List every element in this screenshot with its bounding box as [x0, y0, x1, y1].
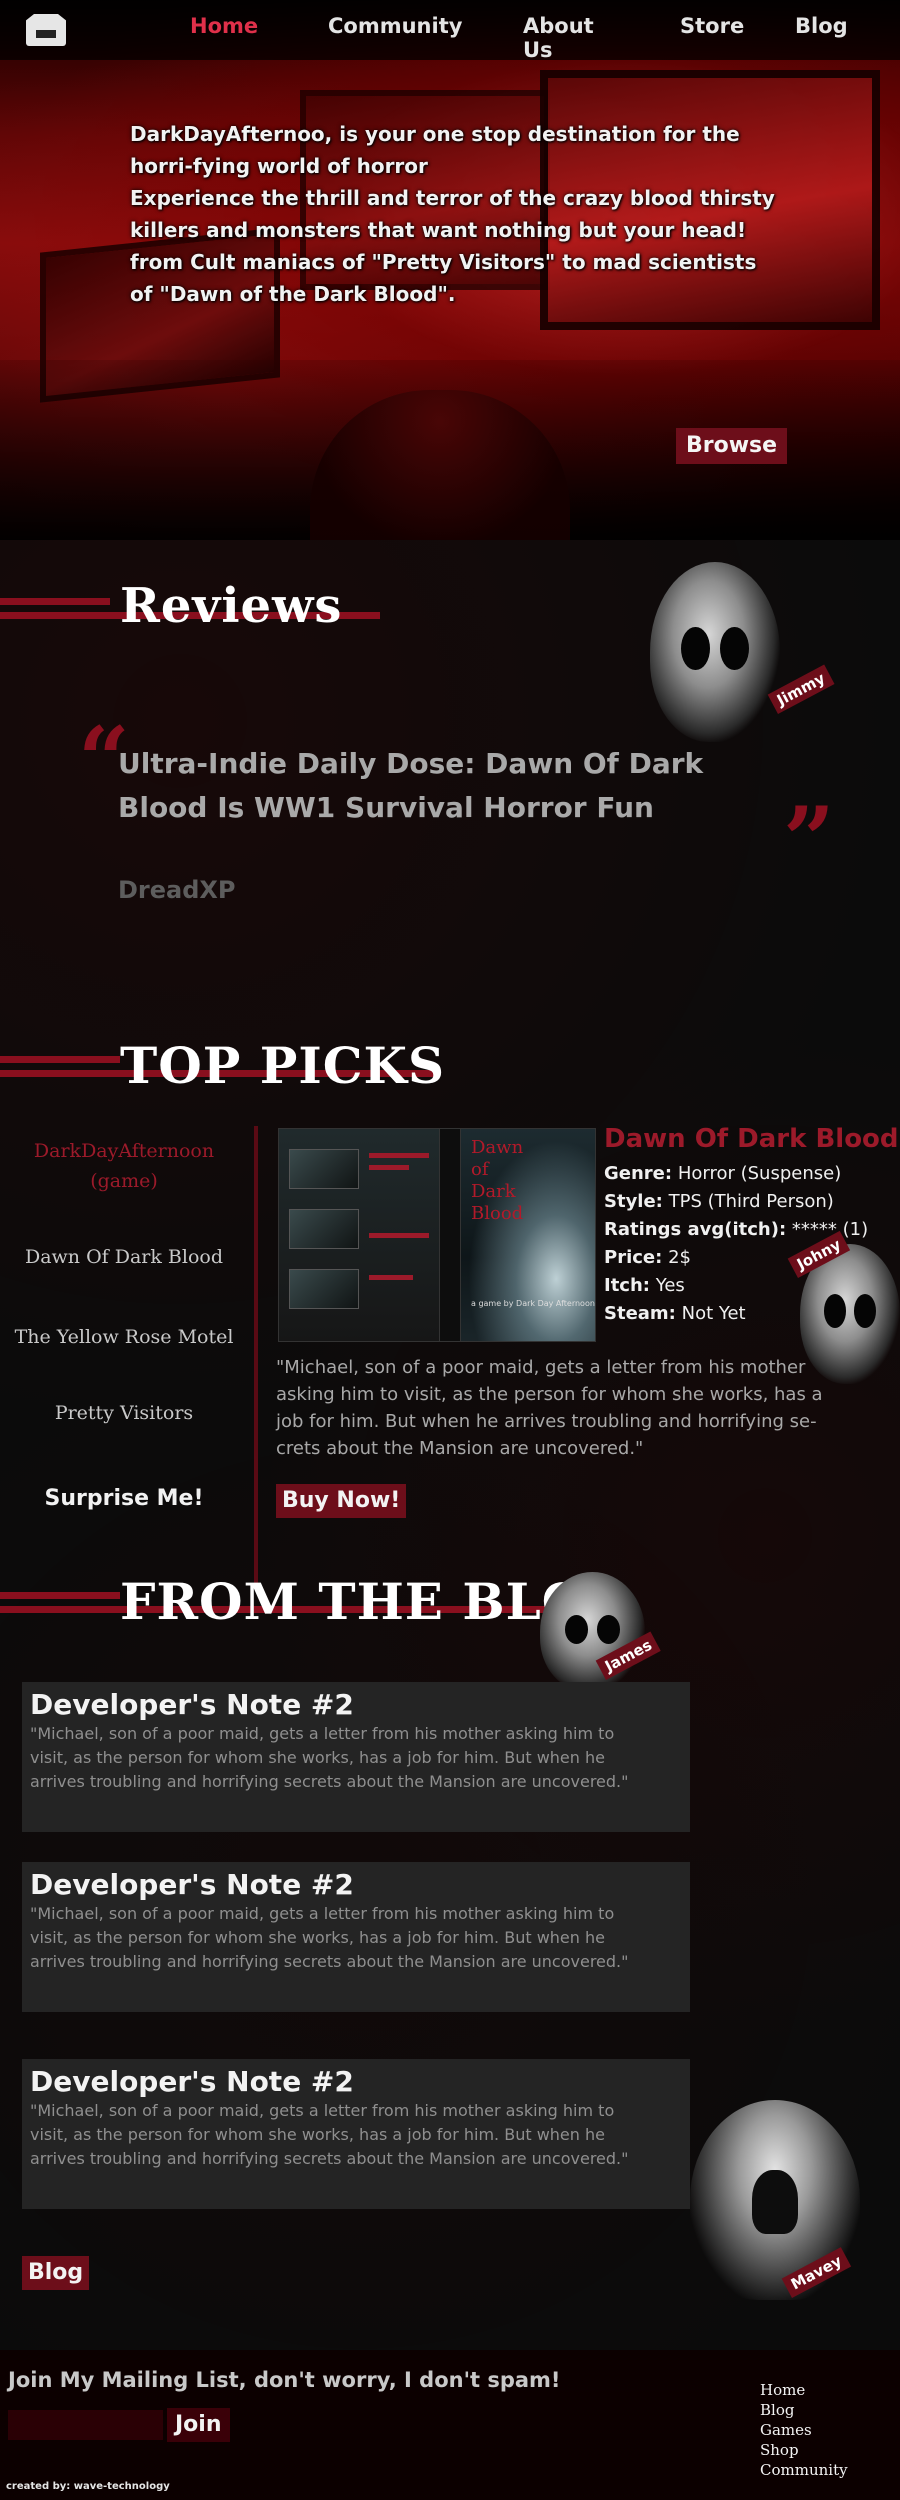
picks-divider — [254, 1126, 258, 1586]
cover-subtitle: a game by Dark Day Afternoon — [471, 1299, 595, 1308]
game-rating: Ratings avg(itch): ***** (1) — [604, 1219, 869, 1240]
cover-title: Dawn of Dark Blood — [471, 1137, 524, 1224]
browse-button[interactable]: Browse — [676, 428, 788, 464]
footer-link-community[interactable]: Community — [760, 2460, 848, 2480]
blog-post-card[interactable]: Developer's Note #2 "Michael, son of a p… — [22, 1862, 690, 2012]
nav-about-us[interactable]: About Us — [523, 14, 594, 62]
game-genre: Genre: Horror (Suspense) — [604, 1163, 842, 1184]
footer-link-games[interactable]: Games — [760, 2420, 848, 2440]
blog-post-card[interactable]: Developer's Note #2 "Michael, son of a p… — [22, 2059, 690, 2209]
review-source[interactable]: DreadXP — [118, 876, 236, 904]
nav-blog[interactable]: Blog — [795, 14, 848, 38]
skull-icon — [540, 1572, 645, 1692]
site-logo-icon[interactable] — [26, 14, 66, 46]
pick-item-darkdayafternoon[interactable]: DarkDayAfternoon (game) — [0, 1136, 248, 1196]
reviews-title: Reviews — [120, 578, 343, 634]
hero-line-1: DarkDayAfternoo, is your one stop destin… — [130, 122, 740, 178]
hero-banner: Home Community About Us Store Blog DarkD… — [0, 0, 900, 540]
pick-item-pretty-visitors[interactable]: Pretty Visitors — [0, 1398, 248, 1428]
cover-front: Dawn of Dark Blood a game by Dark Day Af… — [461, 1129, 595, 1341]
join-button[interactable]: Join — [167, 2408, 230, 2442]
top-picks-title: TOP PICKS — [120, 1036, 446, 1095]
game-style: Style: TPS (Third Person) — [604, 1191, 834, 1212]
blog-post-card[interactable]: Developer's Note #2 "Michael, son of a p… — [22, 1682, 690, 1832]
close-quote-icon: ” — [783, 787, 835, 893]
blog-post-excerpt: "Michael, son of a poor maid, gets a let… — [30, 1904, 629, 1971]
buy-now-button[interactable]: Buy Now! — [276, 1484, 407, 1518]
game-description: "Michael, son of a poor maid, gets a let… — [276, 1357, 823, 1459]
blog-post-title[interactable]: Developer's Note #2 — [30, 1868, 354, 1901]
blog-post-title[interactable]: Developer's Note #2 — [30, 2065, 354, 2098]
blog-post-title[interactable]: Developer's Note #2 — [30, 1688, 354, 1721]
blog-post-excerpt: "Michael, son of a poor maid, gets a let… — [30, 1724, 629, 1791]
nav-home[interactable]: Home — [190, 14, 258, 38]
cover-spine — [439, 1129, 461, 1341]
pick-item-yellow-rose-motel[interactable]: The Yellow Rose Motel — [0, 1322, 248, 1352]
hero-line-2: Experience the thrill and terror of the … — [130, 186, 775, 306]
game-cover-image: Dawn of Dark Blood a game by Dark Day Af… — [278, 1128, 596, 1342]
site-credit: created by: wave-technology — [6, 2481, 170, 2492]
mailing-list-text: Join My Mailing List, don't worry, I don… — [8, 2368, 561, 2392]
nav-community[interactable]: Community — [328, 14, 462, 38]
footer-links: Home Blog Games Shop Community — [760, 2380, 848, 2480]
surprise-me-button[interactable]: Surprise Me! — [0, 1484, 248, 1514]
game-title: Dawn Of Dark Blood — [604, 1124, 899, 1154]
review-headline[interactable]: Ultra-Indie Daily Dose: Dawn Of Dark Blo… — [118, 742, 768, 830]
blog-post-excerpt: "Michael, son of a poor maid, gets a let… — [30, 2101, 629, 2168]
email-input[interactable] — [8, 2410, 163, 2440]
blog-button[interactable]: Blog — [22, 2256, 90, 2290]
footer-link-blog[interactable]: Blog — [760, 2400, 848, 2420]
pick-item-dawn-of-dark-blood[interactable]: Dawn Of Dark Blood — [0, 1242, 248, 1272]
hero-intro-text: DarkDayAfternoo, is your one stop destin… — [130, 118, 780, 310]
footer-link-shop[interactable]: Shop — [760, 2440, 848, 2460]
cover-back — [279, 1129, 439, 1341]
nav-store[interactable]: Store — [680, 14, 744, 38]
skull-icon — [650, 562, 780, 742]
footer-link-home[interactable]: Home — [760, 2380, 848, 2400]
